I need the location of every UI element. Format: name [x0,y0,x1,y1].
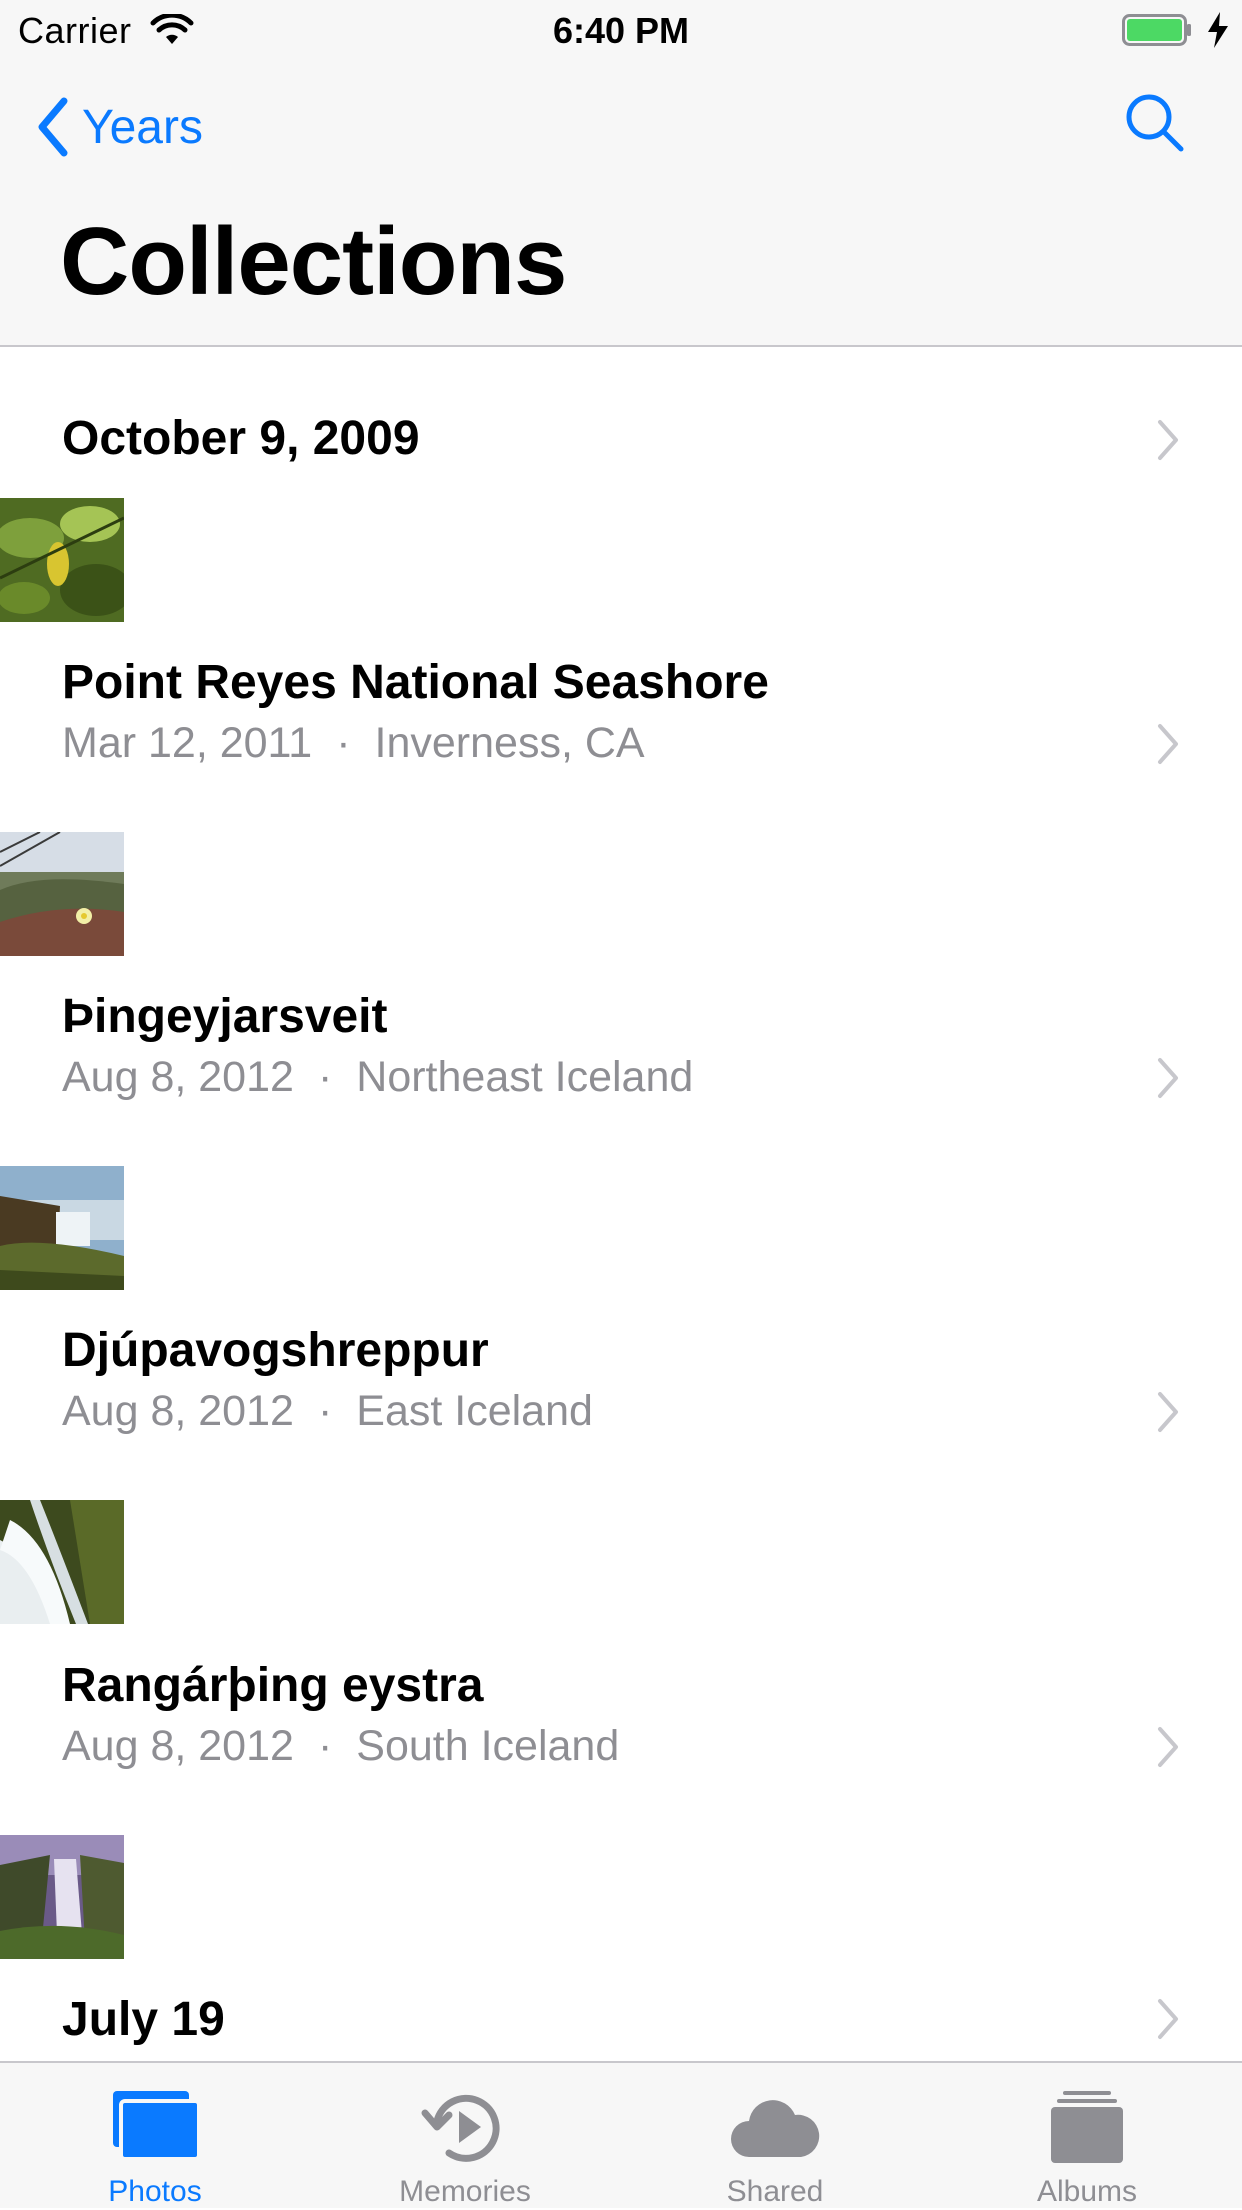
moment-date: Aug 8, 2012 [62,1053,294,1101]
moment-date: Aug 8, 2012 [62,1387,294,1435]
moment-location: Inverness, CA [374,719,645,767]
moment-subtitle: Aug 8, 2012 · East Iceland [62,1387,593,1436]
battery-icon [1122,14,1191,46]
moment-row[interactable]: July 19 [0,1960,1242,2061]
moment-title: Point Reyes National Seashore [62,656,769,709]
status-bar: Carrier 6:40 PM [0,0,1242,62]
moment-title: Þingeyjarsveit [62,990,388,1043]
separator-dot: · [317,1722,333,1770]
chevron-right-icon [1158,1392,1178,1432]
memories-icon [421,2094,500,2162]
moment-date: Aug 8, 2012 [62,1722,294,1770]
charging-bolt-icon [1208,12,1228,48]
tab-label: Albums [1036,2175,1138,2208]
moment-date: Mar 12, 2011 [62,719,313,767]
tab-photos[interactable]: Photos [0,2063,310,2210]
photo-thumbnail[interactable] [0,832,124,956]
moment-row[interactable]: Rangárþing eystra Aug 8, 2012 · South Icel… [0,1626,1242,1960]
moment-location: Northeast Iceland [356,1053,694,1101]
moments-list[interactable]: October 9, 2009 Point Reyes National Sea… [0,347,1242,2061]
albums-icon [1051,2091,1123,2163]
photo-thumbnail[interactable] [0,1166,124,1290]
tab-label: Memories [399,2175,531,2208]
moment-location: South Iceland [356,1722,620,1770]
back-label: Years [82,100,203,154]
moment-title: October 9, 2009 [62,412,420,465]
search-icon[interactable] [1124,92,1186,154]
navigation-bar: Years Collections [0,62,1242,347]
separator-dot: · [317,1053,333,1101]
moment-row[interactable]: October 9, 2009 [0,347,1242,623]
photo-thumbnail[interactable] [0,498,124,622]
tab-shared[interactable]: Shared [620,2063,930,2210]
photos-icon [113,2091,201,2161]
chevron-right-icon [1158,1727,1178,1767]
photo-thumbnail[interactable] [0,1500,124,1624]
tab-albums[interactable]: Albums [932,2063,1242,2210]
moment-subtitle: Aug 8, 2012 · South Iceland [62,1722,619,1771]
chevron-right-icon [1158,420,1178,460]
moment-location: East Iceland [356,1387,593,1435]
moment-subtitle: Aug 8, 2012 · Northeast Iceland [62,1053,693,1102]
chevron-right-icon [1158,1058,1178,1098]
moment-subtitle: Mar 12, 2011 · Inverness, CA [62,719,645,768]
tab-bar: Photos Memories Shared Albums [0,2061,1242,2208]
cloud-icon [731,2100,820,2157]
clock: 6:40 PM [552,10,690,51]
moment-row[interactable]: Djúpavogshreppur Aug 8, 2012 · East Icelan… [0,1291,1242,1626]
tab-label: Shared [726,2175,824,2208]
tab-memories[interactable]: Memories [310,2063,620,2210]
chevron-left-icon [38,97,68,157]
page-title: Collections [60,208,567,315]
photo-thumbnail[interactable] [0,1835,124,1959]
chevron-right-icon [1158,1999,1178,2039]
moment-title: July 19 [62,1993,225,2046]
back-button[interactable]: Years [34,92,203,162]
separator-dot: · [336,719,351,767]
moment-title: Rangárþing eystra [62,1659,484,1712]
moment-row[interactable]: Point Reyes National Seashore Mar 12, 20… [0,623,1242,957]
chevron-right-icon [1158,724,1178,764]
moment-row[interactable]: Þingeyjarsveit Aug 8, 2012 · Northeast Ice… [0,957,1242,1291]
tab-label: Photos [108,2175,202,2208]
moment-title: Djúpavogshreppur [62,1324,489,1377]
separator-dot: · [317,1387,333,1435]
